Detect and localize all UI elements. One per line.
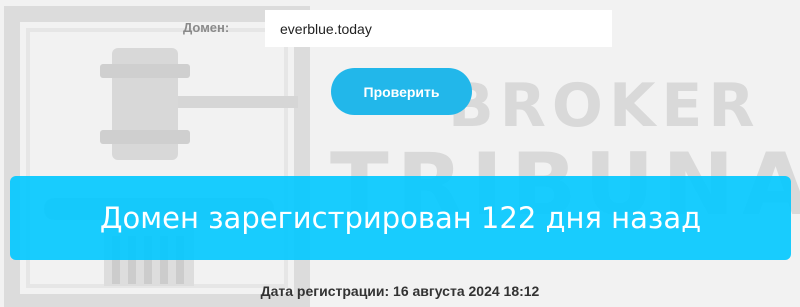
domain-input[interactable] [265,10,612,47]
watermark-broker-text: BROKER [448,71,761,141]
registration-date: Дата регистрации: 16 августа 2024 18:12 [260,283,540,299]
result-banner: Домен зарегистрирован 122 дня назад [10,176,791,260]
result-message: Домен зарегистрирован 122 дня назад [99,201,702,235]
domain-check-page: BROKER TRIBUNAL Домен: Проверить Домен з… [0,0,800,307]
domain-label: Домен: [183,20,230,35]
check-button[interactable]: Проверить [331,68,472,115]
